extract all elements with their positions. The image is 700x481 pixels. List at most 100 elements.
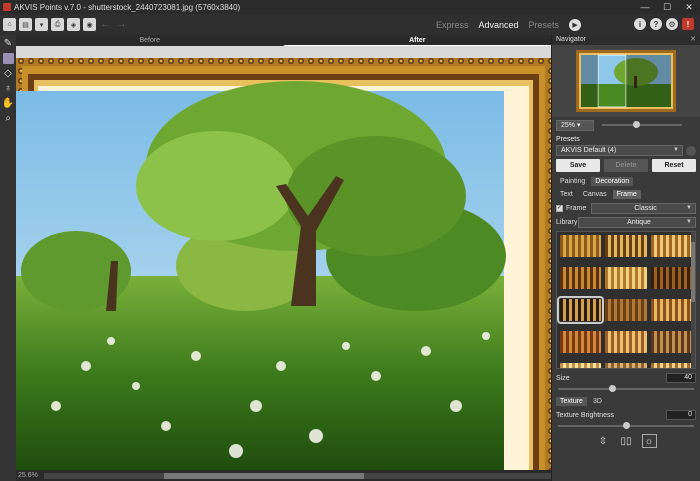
hand-icon[interactable]: ✋ xyxy=(2,98,14,109)
frame-thumbnail[interactable] xyxy=(650,331,692,353)
settings-icon[interactable]: ⚙ xyxy=(666,18,678,30)
home-icon[interactable]: ⌂ xyxy=(3,18,16,31)
tab-texture[interactable]: Texture xyxy=(556,397,587,406)
info-icon[interactable]: i xyxy=(634,18,646,30)
chevron-down-icon: ▼ xyxy=(673,147,679,153)
frame-thumbnail[interactable] xyxy=(650,267,692,289)
preset-info-icon[interactable] xyxy=(686,145,696,156)
tab-before[interactable]: Before xyxy=(16,35,284,46)
decoration-tabs: Text Canvas Frame xyxy=(552,188,700,201)
redo-icon[interactable]: → xyxy=(115,18,128,31)
mode-express[interactable]: Express xyxy=(436,20,469,30)
tab-decoration[interactable]: Decoration xyxy=(591,177,634,186)
reset-preset-button[interactable]: Reset xyxy=(652,159,696,172)
settings-panel: Navigator ✕ 25% ▾ Presets AKVIS Default … xyxy=(551,35,700,481)
stamp-icon[interactable]: ♁ xyxy=(3,83,14,94)
frame-thumbnail[interactable] xyxy=(560,235,602,257)
navigator-header: Navigator ✕ xyxy=(552,35,700,45)
frame-grid-scrollbar[interactable] xyxy=(691,232,695,368)
tab-canvas[interactable]: Canvas xyxy=(578,190,611,199)
help-icon[interactable]: ? xyxy=(650,18,662,30)
texture-brightness-label: Texture Brightness xyxy=(556,411,614,419)
close-button[interactable]: ✕ xyxy=(678,0,700,14)
zoom-level: 25.6% xyxy=(18,472,38,479)
tab-3d[interactable]: 3D xyxy=(588,397,606,406)
frame-thumbnail[interactable] xyxy=(560,363,602,368)
texture-brightness-value[interactable]: 0 xyxy=(666,410,696,420)
frame-thumbnail[interactable] xyxy=(557,296,605,324)
library-label: Library xyxy=(556,219,578,226)
run-icon[interactable]: ▶ xyxy=(569,18,582,31)
zoom-slider[interactable] xyxy=(602,121,682,128)
frame-thumbnail[interactable] xyxy=(605,235,647,257)
navigator-preview[interactable] xyxy=(552,45,700,117)
image-canvas[interactable]: Before After 25.6% xyxy=(16,35,551,481)
size-label: Size xyxy=(556,374,570,382)
notification-icon[interactable]: ! xyxy=(682,18,694,30)
tab-frame[interactable]: Frame xyxy=(612,190,641,199)
zoom-icon[interactable]: ⌕ xyxy=(3,113,14,124)
minimize-button[interactable]: — xyxy=(634,0,656,14)
frame-thumbnail[interactable] xyxy=(605,363,647,368)
save-preset-button[interactable]: Save xyxy=(556,159,600,172)
chevron-down-icon: ▼ xyxy=(686,205,692,211)
open-icon[interactable]: ▤ xyxy=(19,18,32,31)
undo-icon[interactable]: ← xyxy=(99,18,112,31)
maximize-button[interactable]: ☐ xyxy=(656,0,678,14)
rectangle-select-icon[interactable] xyxy=(2,53,14,64)
framed-photo xyxy=(16,46,551,470)
close-icon[interactable]: ✕ xyxy=(690,35,696,45)
frame-thumbnail[interactable] xyxy=(605,267,647,289)
frame-type-select[interactable]: Classic ▼ xyxy=(591,203,696,214)
navigator-thumbnail xyxy=(576,50,676,112)
tab-after[interactable]: After xyxy=(283,35,551,46)
library-select[interactable]: Antique ▼ xyxy=(578,217,696,228)
frame-thumbnail[interactable] xyxy=(650,235,692,257)
frame-thumbnail[interactable] xyxy=(605,299,647,321)
flip-vertical-icon[interactable]: ⇳ xyxy=(596,434,611,448)
frame-thumbnail[interactable] xyxy=(560,331,602,353)
mode-advanced[interactable]: Advanced xyxy=(479,20,519,30)
mode-presets[interactable]: Presets xyxy=(529,20,560,30)
navigator-title: Navigator xyxy=(556,36,586,43)
frame-thumbnail[interactable] xyxy=(650,363,692,368)
size-slider-knob[interactable] xyxy=(609,385,617,392)
zoom-slider-knob[interactable] xyxy=(632,121,640,128)
title-bar: AKVIS Points v.7.0 - shutterstock_244072… xyxy=(0,0,700,14)
book-icon[interactable]: ▯▯ xyxy=(619,434,634,448)
frame-checkbox-label: Frame xyxy=(566,205,587,212)
texture-brightness-slider[interactable] xyxy=(558,422,694,429)
batch-icon[interactable]: ◈ xyxy=(67,18,80,31)
save-icon[interactable]: ▾ xyxy=(35,18,48,31)
presets-select[interactable]: AKVIS Default (4) ▼ xyxy=(556,145,683,156)
horizontal-scrollbar[interactable] xyxy=(44,472,551,479)
frame-actions: ⇳ ▯▯ ☼ xyxy=(552,430,700,448)
texture-brightness-knob[interactable] xyxy=(623,422,630,429)
light-icon[interactable]: ☼ xyxy=(641,434,657,448)
eraser-icon[interactable]: ◇ xyxy=(3,68,14,79)
tab-text[interactable]: Text xyxy=(556,190,577,199)
app-logo-icon xyxy=(3,3,11,11)
print-icon[interactable]: ⎙ xyxy=(51,18,64,31)
size-slider[interactable] xyxy=(558,385,694,392)
tab-painting[interactable]: Painting xyxy=(556,177,590,186)
chevron-down-icon: ▼ xyxy=(686,219,692,225)
scroll-thumb[interactable] xyxy=(691,242,695,302)
frame-thumbnail[interactable] xyxy=(560,267,602,289)
main-tabs: Painting Decoration xyxy=(552,175,700,188)
scroll-thumb[interactable] xyxy=(164,472,364,479)
frame-library-grid[interactable] xyxy=(556,231,696,369)
delete-preset-button[interactable]: Delete xyxy=(604,159,648,172)
size-value[interactable]: 40 xyxy=(666,373,696,383)
presets-title: Presets xyxy=(556,136,580,143)
window-title: AKVIS Points v.7.0 - shutterstock_244072… xyxy=(14,2,241,12)
brush-icon[interactable]: ✎ xyxy=(3,38,14,49)
frame-option-tabs: Texture 3D xyxy=(552,393,700,408)
share-icon[interactable]: ◉ xyxy=(83,18,96,31)
frame-thumbnail[interactable] xyxy=(650,299,692,321)
frame-thumbnail[interactable] xyxy=(605,331,647,353)
frame-checkbox[interactable]: ✓ xyxy=(556,205,563,212)
zoom-select[interactable]: 25% ▾ xyxy=(556,119,594,131)
tools-panel: ✎ ◇ ♁ ✋ ⌕ xyxy=(0,35,16,481)
main-toolbar: ⌂ ▤ ▾ ⎙ ◈ ◉ ← → Express Advanced Presets… xyxy=(0,14,700,35)
